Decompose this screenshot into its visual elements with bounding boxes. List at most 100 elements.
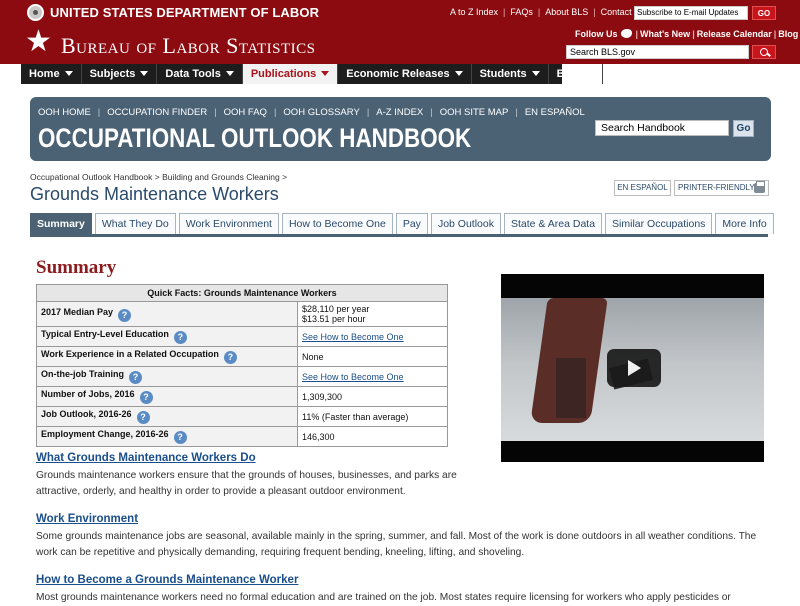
nav-label: Subjects bbox=[89, 68, 136, 80]
help-icon[interactable]: ? bbox=[129, 371, 142, 384]
fact-value-cell: See How to Become One bbox=[297, 366, 448, 387]
a-z-index-link[interactable]: A-Z INDEX bbox=[376, 107, 423, 118]
nav-label: Publications bbox=[250, 68, 317, 80]
ooh-title[interactable]: OCCUPATIONAL OUTLOOK HANDBOOK bbox=[38, 123, 471, 154]
table-row: Work Experience in a Related Occupation?… bbox=[36, 346, 448, 367]
caret-down-icon bbox=[64, 71, 73, 76]
whats-new-link[interactable]: What's New bbox=[640, 29, 690, 39]
handbook-search-input[interactable]: Search Handbook bbox=[595, 120, 729, 136]
what-they-do-link[interactable]: What Grounds Maintenance Workers Do bbox=[36, 452, 256, 464]
nav-subjects[interactable]: Subjects bbox=[82, 64, 158, 84]
ooh-links: OOH HOME | OCCUPATION FINDER | OOH FAQ | OOH G… bbox=[38, 107, 585, 118]
tab-how-to-become-one[interactable]: How to Become One bbox=[281, 213, 393, 234]
breadcrumb: Occupational Outlook Handbook > Building… bbox=[30, 172, 288, 182]
help-icon[interactable]: ? bbox=[118, 308, 132, 322]
occupation-finder-link[interactable]: OCCUPATION FINDER bbox=[107, 107, 207, 118]
nav-students[interactable]: Students bbox=[472, 64, 549, 84]
caret-down-icon bbox=[531, 71, 540, 76]
nav-data-tools[interactable]: Data Tools bbox=[157, 64, 243, 84]
email-updates-input[interactable]: Subscribe to E-mail Updates bbox=[634, 6, 748, 20]
printer-icon bbox=[754, 181, 765, 193]
fact-label: Typical Entry-Level Education bbox=[41, 329, 169, 339]
fact-label-cell: Typical Entry-Level Education? bbox=[36, 326, 298, 347]
play-icon[interactable] bbox=[607, 349, 661, 387]
work-environment-text: Some grounds maintenance jobs are season… bbox=[36, 531, 757, 558]
twitter-icon[interactable] bbox=[620, 29, 632, 38]
fact-label-cell: Number of Jobs, 2016? bbox=[36, 386, 298, 407]
fact-value-secondary: $13.51 per hour bbox=[302, 314, 366, 324]
ooh-glossary-link[interactable]: OOH GLOSSARY bbox=[283, 107, 359, 118]
tab-similar-occupations[interactable]: Similar Occupations bbox=[605, 213, 713, 234]
nav-label: Beta bbox=[556, 68, 581, 80]
caret-down-icon bbox=[140, 71, 149, 76]
fact-label: Number of Jobs, 2016 bbox=[41, 389, 135, 399]
tab-pay[interactable]: Pay bbox=[395, 213, 428, 234]
fact-value-cell: See How to Become One bbox=[297, 326, 448, 347]
tab-what-they-do[interactable]: What They Do bbox=[94, 213, 176, 234]
printer-friendly-button[interactable]: PRINTER-FRIENDLY bbox=[674, 180, 769, 196]
follow-us-link[interactable]: Follow Us bbox=[575, 29, 618, 39]
fact-value-cell: $28,110 per year $13.51 per hour bbox=[297, 301, 448, 327]
how-to-become-link[interactable]: How to Become a Grounds Maintenance Work… bbox=[36, 574, 298, 586]
tab-summary[interactable]: Summary bbox=[30, 213, 92, 234]
header-right-links: Follow Us | What's New | Release Calendar | Bl… bbox=[575, 29, 799, 39]
printer-friendly-label: PRINTER-FRIENDLY bbox=[678, 183, 755, 192]
caret-down-icon bbox=[454, 71, 463, 76]
ooh-home-link[interactable]: OOH HOME bbox=[38, 107, 91, 118]
faqs-link[interactable]: FAQs bbox=[510, 7, 533, 17]
fact-label-cell: Job Outlook, 2016-26? bbox=[36, 406, 298, 427]
en-espanol-link[interactable]: EN ESPAÑOL bbox=[525, 107, 585, 118]
nav-economic-releases[interactable]: Economic Releases bbox=[338, 64, 472, 84]
help-icon[interactable]: ? bbox=[173, 431, 187, 444]
about-bls-link[interactable]: About BLS bbox=[545, 7, 588, 17]
search-icon[interactable] bbox=[752, 45, 776, 59]
see-how-to-become-one-link[interactable]: See How to Become One bbox=[302, 332, 404, 342]
work-environment-link[interactable]: Work Environment bbox=[36, 513, 138, 525]
release-calendar-link[interactable]: Release Calendar bbox=[697, 29, 772, 39]
fact-label-cell: Work Experience in a Related Occupation? bbox=[36, 346, 298, 367]
bls-star-icon[interactable]: ★ bbox=[25, 27, 53, 57]
tab-underline bbox=[30, 234, 768, 237]
tab-state-area-data[interactable]: State & Area Data bbox=[503, 213, 603, 234]
nav-label: Economic Releases bbox=[346, 68, 450, 80]
help-icon[interactable]: ? bbox=[139, 391, 153, 404]
caret-down-icon bbox=[225, 71, 234, 76]
fact-value: 1,309,300 bbox=[297, 386, 448, 407]
search-bls-input[interactable]: Search BLS.gov bbox=[566, 45, 749, 59]
email-go-button[interactable]: GO bbox=[752, 6, 776, 20]
ooh-faq-link[interactable]: OOH FAQ bbox=[224, 107, 267, 118]
video-top-bar bbox=[501, 274, 764, 298]
summary-heading: Summary bbox=[36, 257, 117, 278]
bls-title[interactable]: Bureau of Labor Statistics bbox=[61, 33, 316, 59]
dol-seal-icon[interactable] bbox=[27, 4, 44, 21]
help-icon[interactable]: ? bbox=[136, 411, 150, 424]
table-row: Number of Jobs, 2016? 1,309,300 bbox=[36, 386, 448, 407]
help-icon[interactable]: ? bbox=[173, 331, 187, 344]
breadcrumb-category-link[interactable]: Building and Grounds Cleaning bbox=[162, 172, 280, 182]
help-icon[interactable]: ? bbox=[223, 351, 237, 364]
occupation-video[interactable] bbox=[501, 274, 764, 462]
tab-more-info[interactable]: More Info bbox=[715, 213, 774, 234]
fact-label-cell: Employment Change, 2016-26? bbox=[36, 426, 298, 447]
blog-link[interactable]: Blog bbox=[778, 29, 798, 39]
quick-facts-title: Quick Facts: Grounds Maintenance Workers bbox=[36, 284, 448, 302]
top-utility-links: A to Z Index | FAQs | About BLS | Contact Us bbox=[450, 7, 646, 17]
dol-title[interactable]: UNITED STATES DEPARTMENT OF LABOR bbox=[50, 5, 319, 20]
nav-publications[interactable]: Publications bbox=[242, 64, 339, 84]
fact-value: 146,300 bbox=[297, 426, 448, 447]
handbook-go-button[interactable]: Go bbox=[733, 120, 754, 137]
fact-label: Work Experience in a Related Occupation bbox=[41, 349, 219, 359]
see-how-to-become-one-link[interactable]: See How to Become One bbox=[302, 372, 404, 382]
ooh-site-map-link[interactable]: OOH SITE MAP bbox=[440, 107, 509, 118]
nav-beta[interactable]: Beta bbox=[549, 64, 603, 84]
video-bottom-bar bbox=[501, 441, 764, 462]
breadcrumb-ooh-link[interactable]: Occupational Outlook Handbook bbox=[30, 172, 152, 182]
nav-home[interactable]: Home bbox=[21, 64, 82, 84]
tab-job-outlook[interactable]: Job Outlook bbox=[430, 213, 501, 234]
fact-label-cell: 2017 Median Pay? bbox=[36, 301, 298, 327]
a-to-z-index-link[interactable]: A to Z Index bbox=[450, 7, 498, 17]
fact-label: On-the-job Training bbox=[41, 369, 124, 379]
fact-label: Employment Change, 2016-26 bbox=[41, 429, 169, 439]
tab-work-environment[interactable]: Work Environment bbox=[178, 213, 279, 234]
en-espanol-button[interactable]: EN ESPAÑOL bbox=[614, 180, 671, 196]
